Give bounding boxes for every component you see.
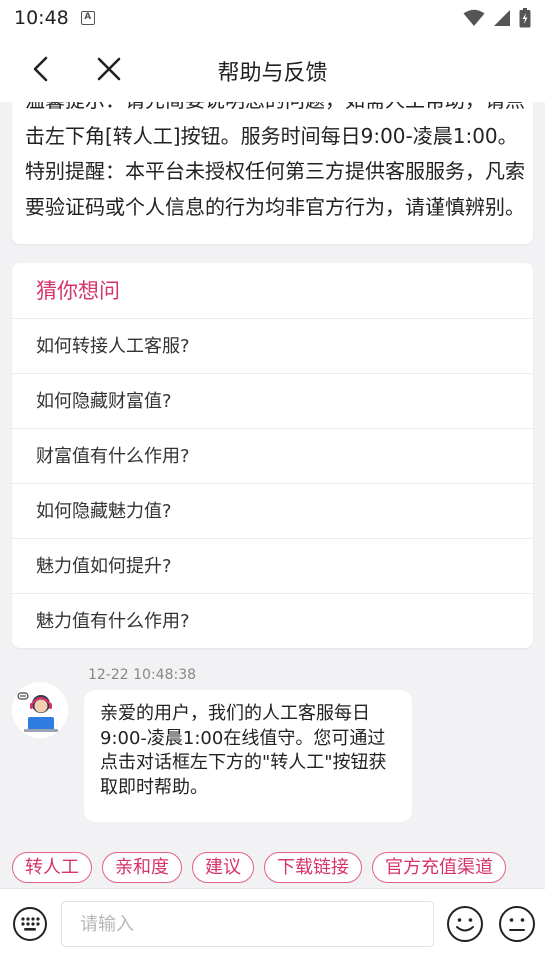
page-title: 帮助与反馈 (217, 61, 328, 86)
input-bar (0, 888, 545, 968)
keyboard-icon[interactable] (12, 906, 48, 942)
message-bubble: 亲爱的用户，我们的人工客服每日9:00-凌晨1:00在线值守。您可通过点击对话框… (84, 690, 412, 822)
faq-item[interactable]: 魅力值有什么作用? (12, 594, 533, 648)
chip-official-recharge[interactable]: 官方充值渠道 (372, 852, 506, 883)
quick-action-bar: 转人工 亲和度 建议 下载链接 官方充值渠道 (12, 852, 545, 884)
faq-card: 猜你想问 如何转接人工客服? 如何隐藏财富值? 财富值有什么作用? 如何隐藏魅力… (12, 263, 533, 648)
agent-avatar (12, 682, 68, 738)
chip-suggestion[interactable]: 建议 (192, 852, 254, 883)
status-bar: 10:48 A (0, 0, 545, 36)
chip-affinity[interactable]: 亲和度 (102, 852, 182, 883)
faq-title: 猜你想问 (12, 263, 533, 319)
status-icons (463, 8, 531, 28)
status-time: 10:48 (14, 7, 69, 29)
faq-item[interactable]: 财富值有什么作用? (12, 429, 533, 484)
signal-icon (494, 10, 510, 26)
message-timestamp: 12-22 10:48:38 (88, 667, 197, 683)
wifi-icon (463, 9, 485, 26)
chip-download-link[interactable]: 下载链接 (264, 852, 362, 883)
chip-transfer-human[interactable]: 转人工 (12, 852, 92, 883)
notification-icon: A (80, 11, 95, 25)
faq-item[interactable]: 如何隐藏魅力值? (12, 484, 533, 539)
faq-item[interactable]: 如何隐藏财富值? (12, 374, 533, 429)
nav-bar: 帮助与反馈 (0, 36, 545, 102)
tip-text: 温馨提示：请先简要说明您的问题，如需人工帮助，请点击左下角[转人工]按钮。服务时… (25, 102, 525, 219)
message-input[interactable] (61, 901, 434, 947)
tip-card: 温馨提示：请先简要说明您的问题，如需人工帮助，请点击左下角[转人工]按钮。服务时… (12, 102, 533, 244)
faq-item[interactable]: 魅力值如何提升? (12, 539, 533, 594)
more-options-icon[interactable] (498, 905, 536, 943)
faq-item[interactable]: 如何转接人工客服? (12, 319, 533, 374)
emoji-icon[interactable] (446, 905, 484, 943)
customer-service-avatar-icon (12, 682, 68, 738)
battery-icon (519, 8, 531, 28)
